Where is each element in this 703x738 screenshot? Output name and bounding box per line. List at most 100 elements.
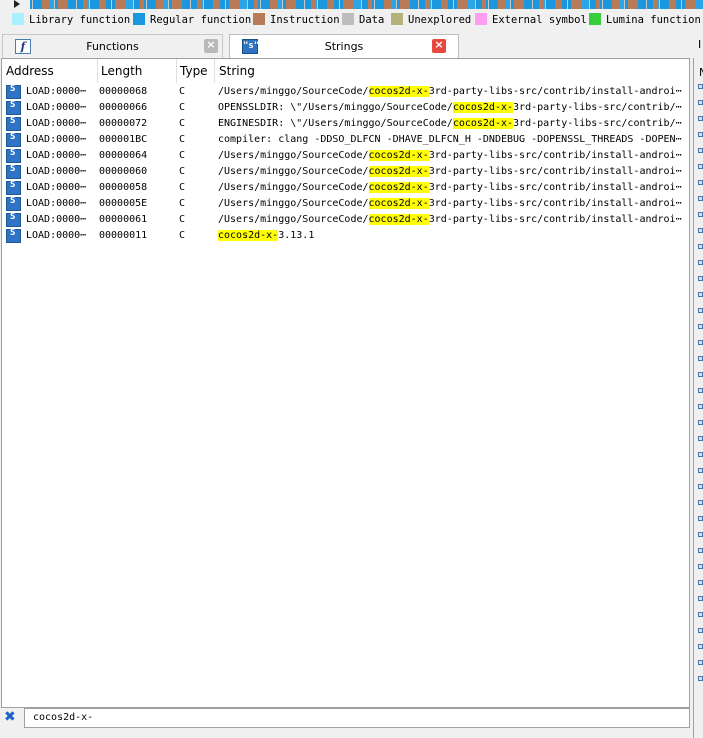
string-icon — [6, 196, 21, 211]
side-panel-item-icon[interactable] — [698, 308, 703, 313]
column-header-string[interactable]: String — [219, 64, 255, 78]
side-panel-item-icon[interactable] — [698, 388, 703, 393]
column-divider[interactable] — [214, 59, 215, 83]
side-panel-item-icon[interactable] — [698, 420, 703, 425]
column-header-address[interactable]: Address — [6, 64, 54, 78]
close-icon[interactable]: × — [432, 39, 446, 53]
side-panel-item-icon[interactable] — [698, 564, 703, 569]
legend-swatch — [342, 13, 354, 25]
side-panel-item-icon[interactable] — [698, 84, 703, 89]
side-panel-item-icon[interactable] — [698, 548, 703, 553]
string-icon — [6, 100, 21, 115]
string-icon — [6, 212, 21, 227]
side-panel-item-icon[interactable] — [698, 260, 703, 265]
table-row[interactable]: LOAD:0000⋯ 00000064 C/Users/minggo/SourceC… — [2, 148, 689, 164]
string-suffix: 3rd-party-libs-src/contrib/⋯ — [513, 118, 682, 129]
side-panel-item-icon[interactable] — [698, 372, 703, 377]
table-row[interactable]: LOAD:0000⋯ 00000068 C/Users/minggo/SourceC… — [2, 84, 689, 100]
side-panel-item-icon[interactable] — [698, 276, 703, 281]
cell-string: /Users/minggo/SourceCode/cocos2d-x-3rd-p… — [218, 212, 688, 228]
side-panel-item-icon[interactable] — [698, 116, 703, 121]
cell-type: C — [179, 134, 186, 145]
cell-type: C — [179, 86, 186, 97]
nav-segment — [410, 0, 418, 9]
side-panel-item-icon[interactable] — [698, 676, 703, 681]
string-icon — [6, 116, 21, 131]
side-panel-item-icon[interactable] — [698, 180, 703, 185]
close-icon[interactable]: × — [204, 39, 218, 53]
side-panel-item-icon[interactable] — [698, 132, 703, 137]
side-panel-item-icon[interactable] — [698, 468, 703, 473]
cell-address: LOAD:0000⋯ — [26, 198, 87, 209]
tab-strings[interactable]: "s" Strings × — [229, 34, 459, 59]
search-highlight: cocos2d-x- — [368, 214, 429, 225]
side-panel-item-icon[interactable] — [698, 644, 703, 649]
cell-length: 00000068 — [99, 86, 148, 97]
side-panel-item-icon[interactable] — [698, 228, 703, 233]
side-panel-label: N — [699, 66, 703, 79]
side-panel-item-icon[interactable] — [698, 484, 703, 489]
side-panel-item-icon[interactable] — [698, 340, 703, 345]
cell-string: /Users/minggo/SourceCode/cocos2d-x-3rd-p… — [218, 164, 688, 180]
cell-string: ENGINESDIR: \"/Users/minggo/SourceCode/c… — [218, 116, 688, 132]
string-icon — [6, 132, 21, 147]
search-input[interactable]: cocos2d-x- — [24, 708, 690, 728]
table-row[interactable]: LOAD:0000⋯ 0000005E C/Users/minggo/SourceC… — [2, 196, 689, 212]
table-row[interactable]: LOAD:0000⋯ 00000011 Ccocos2d-x-3.13.1 — [2, 228, 689, 244]
nav-arrow-icon[interactable] — [14, 0, 20, 8]
side-panel-item-icon[interactable] — [698, 196, 703, 201]
column-divider[interactable] — [97, 59, 98, 83]
navigation-strip[interactable] — [30, 0, 703, 9]
column-header-length[interactable]: Length — [101, 64, 142, 78]
column-divider[interactable] — [176, 59, 177, 83]
side-panel-item-icon[interactable] — [698, 324, 703, 329]
nav-segment — [286, 0, 296, 9]
side-panel-item-icon[interactable] — [698, 404, 703, 409]
cell-string: OPENSSLDIR: \"/Users/minggo/SourceCode/c… — [218, 100, 688, 116]
side-panel-item-icon[interactable] — [698, 148, 703, 153]
side-panel-item-icon[interactable] — [698, 596, 703, 601]
nav-segment — [638, 0, 646, 9]
nav-segment — [270, 0, 277, 9]
table-row[interactable]: LOAD:0000⋯ 000001BC Ccompiler: clang -DDSO… — [2, 132, 689, 148]
string-icon — [6, 164, 21, 179]
string-suffix: 3rd-party-libs-src/contrib/⋯ — [513, 102, 682, 113]
side-panel-item-icon[interactable] — [698, 612, 703, 617]
tab-functions[interactable]: f Functions × — [2, 34, 223, 58]
side-panel-item-icon[interactable] — [698, 500, 703, 505]
column-header-type[interactable]: Type — [180, 64, 208, 78]
cell-length: 00000060 — [99, 166, 148, 177]
navigation-band[interactable] — [0, 0, 703, 10]
close-icon[interactable]: ✖ — [4, 710, 16, 724]
side-panel-item-icon[interactable] — [698, 532, 703, 537]
search-highlight: cocos2d-x- — [368, 86, 429, 97]
side-panel-item-icon[interactable] — [698, 100, 703, 105]
string-suffix: 3rd-party-libs-src/contrib/install-andro… — [428, 214, 682, 225]
nav-segment — [296, 0, 304, 9]
table-row[interactable]: LOAD:0000⋯ 00000058 C/Users/minggo/SourceC… — [2, 180, 689, 196]
table-row[interactable]: LOAD:0000⋯ 00000061 C/Users/minggo/SourceC… — [2, 212, 689, 228]
side-panel-item-icon[interactable] — [698, 356, 703, 361]
nav-segment — [524, 0, 532, 9]
cell-string: compiler: clang -DDSO_DLFCN -DHAVE_DLFCN… — [218, 132, 688, 148]
side-panel-item-icon[interactable] — [698, 436, 703, 441]
legend-swatch — [133, 13, 145, 25]
cell-length: 00000011 — [99, 230, 148, 241]
side-panel-item-icon[interactable] — [698, 164, 703, 169]
side-panel-item-icon[interactable] — [698, 580, 703, 585]
side-panel-item-icon[interactable] — [698, 452, 703, 457]
side-panel-item-icon[interactable] — [698, 628, 703, 633]
table-row[interactable]: LOAD:0000⋯ 00000066 C OPENSSLDIR: \"/Users/… — [2, 100, 689, 116]
cell-length: 00000064 — [99, 150, 148, 161]
nav-segment — [676, 0, 681, 9]
side-panel-item-icon[interactable] — [698, 212, 703, 217]
side-panel-item-icon[interactable] — [698, 244, 703, 249]
side-tab-label[interactable]: I — [698, 38, 701, 51]
table-row[interactable]: LOAD:0000⋯ 00000060 C/Users/minggo/SourceC… — [2, 164, 689, 180]
side-panel-item-icon[interactable] — [698, 292, 703, 297]
legend-label: Lumina function — [606, 14, 701, 26]
table-row[interactable]: LOAD:0000⋯ 00000072 C ENGINESDIR: \"/Users/… — [2, 116, 689, 132]
side-panel-item-icon[interactable] — [698, 516, 703, 521]
nav-segment — [343, 0, 353, 9]
side-panel-item-icon[interactable] — [698, 660, 703, 665]
